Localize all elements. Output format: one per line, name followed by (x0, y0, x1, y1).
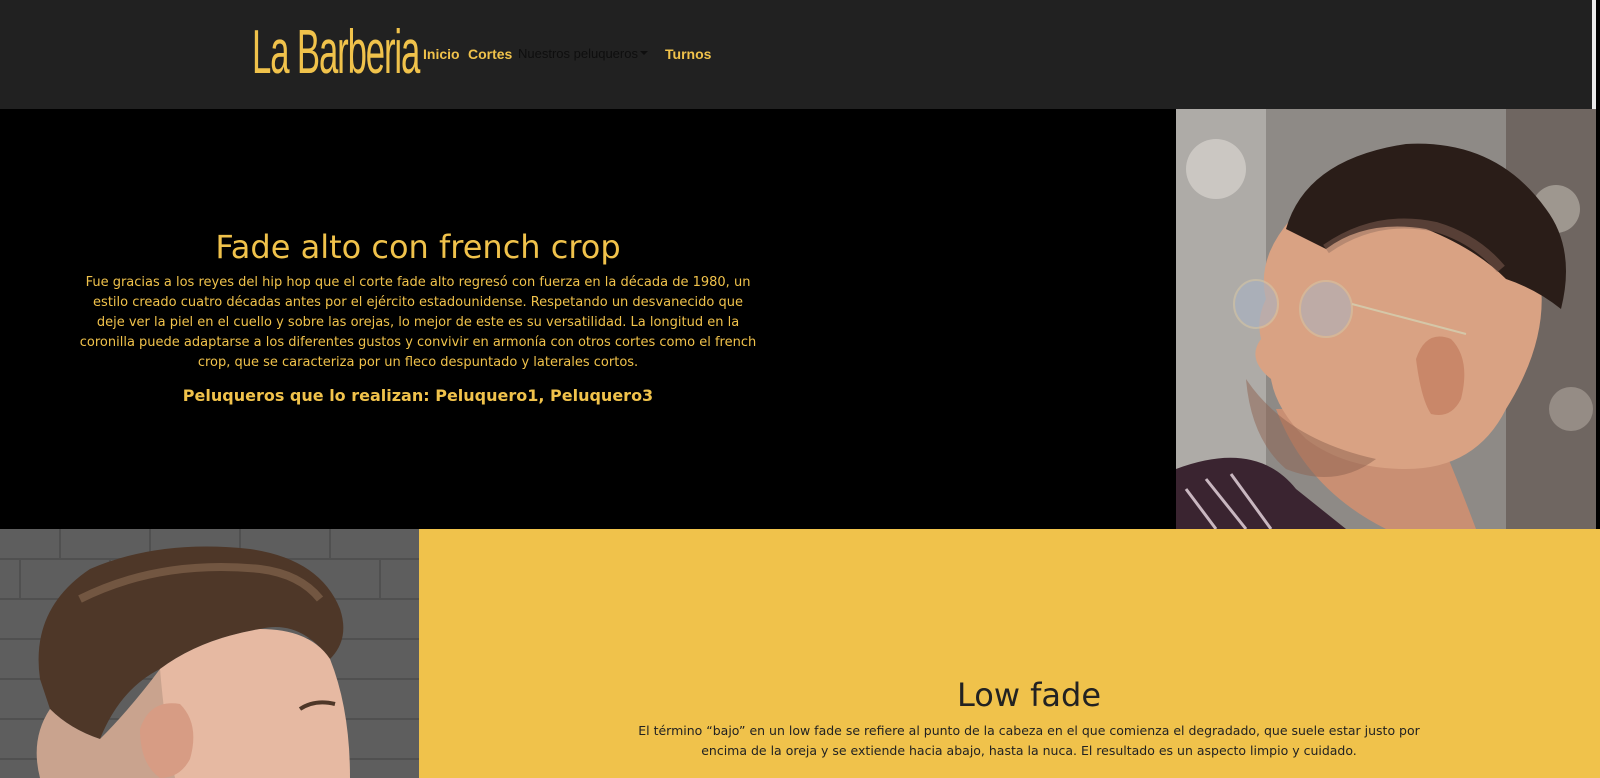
page: La Barberia Inicio Cortes Nuestros peluq… (0, 0, 1600, 778)
cut-description: Fue gracias a los reyes del hip hop que … (79, 275, 757, 370)
navbar: La Barberia Inicio Cortes Nuestros peluq… (0, 0, 1596, 109)
cut-text-block: Fade alto con french crop Fue gracias a … (78, 227, 758, 407)
nav-link-inicio[interactable]: Inicio (423, 44, 460, 64)
cut-title: Low fade (956, 676, 1102, 714)
cut-photo-low-fade (0, 529, 419, 778)
brand-logo[interactable]: La Barberia (252, 20, 420, 86)
cut-photo-fade-alto (1176, 109, 1596, 529)
cut-barbers: Peluqueros que lo realizan: Peluquero1, … (182, 386, 654, 405)
cut-section-fade-alto: Fade alto con french crop Fue gracias a … (0, 109, 1600, 529)
cut-description: El término “bajo” en un low fade se refi… (638, 723, 1420, 758)
nav-link-turnos[interactable]: Turnos (665, 44, 711, 64)
cut-title: Fade alto con french crop (215, 228, 621, 266)
nav-dropdown-peluqueros[interactable]: Nuestros peluqueros (518, 44, 648, 64)
cut-section-low-fade: Low fade El término “bajo” en un low fad… (0, 529, 1600, 778)
man-profile-photo (1176, 109, 1596, 529)
cut-text-block: Low fade El término “bajo” en un low fad… (616, 675, 1442, 761)
man-side-photo (0, 529, 419, 778)
caret-down-icon (639, 51, 648, 55)
nav-dropdown-label: Nuestros peluqueros (518, 46, 638, 61)
nav-link-cortes[interactable]: Cortes (468, 44, 512, 64)
